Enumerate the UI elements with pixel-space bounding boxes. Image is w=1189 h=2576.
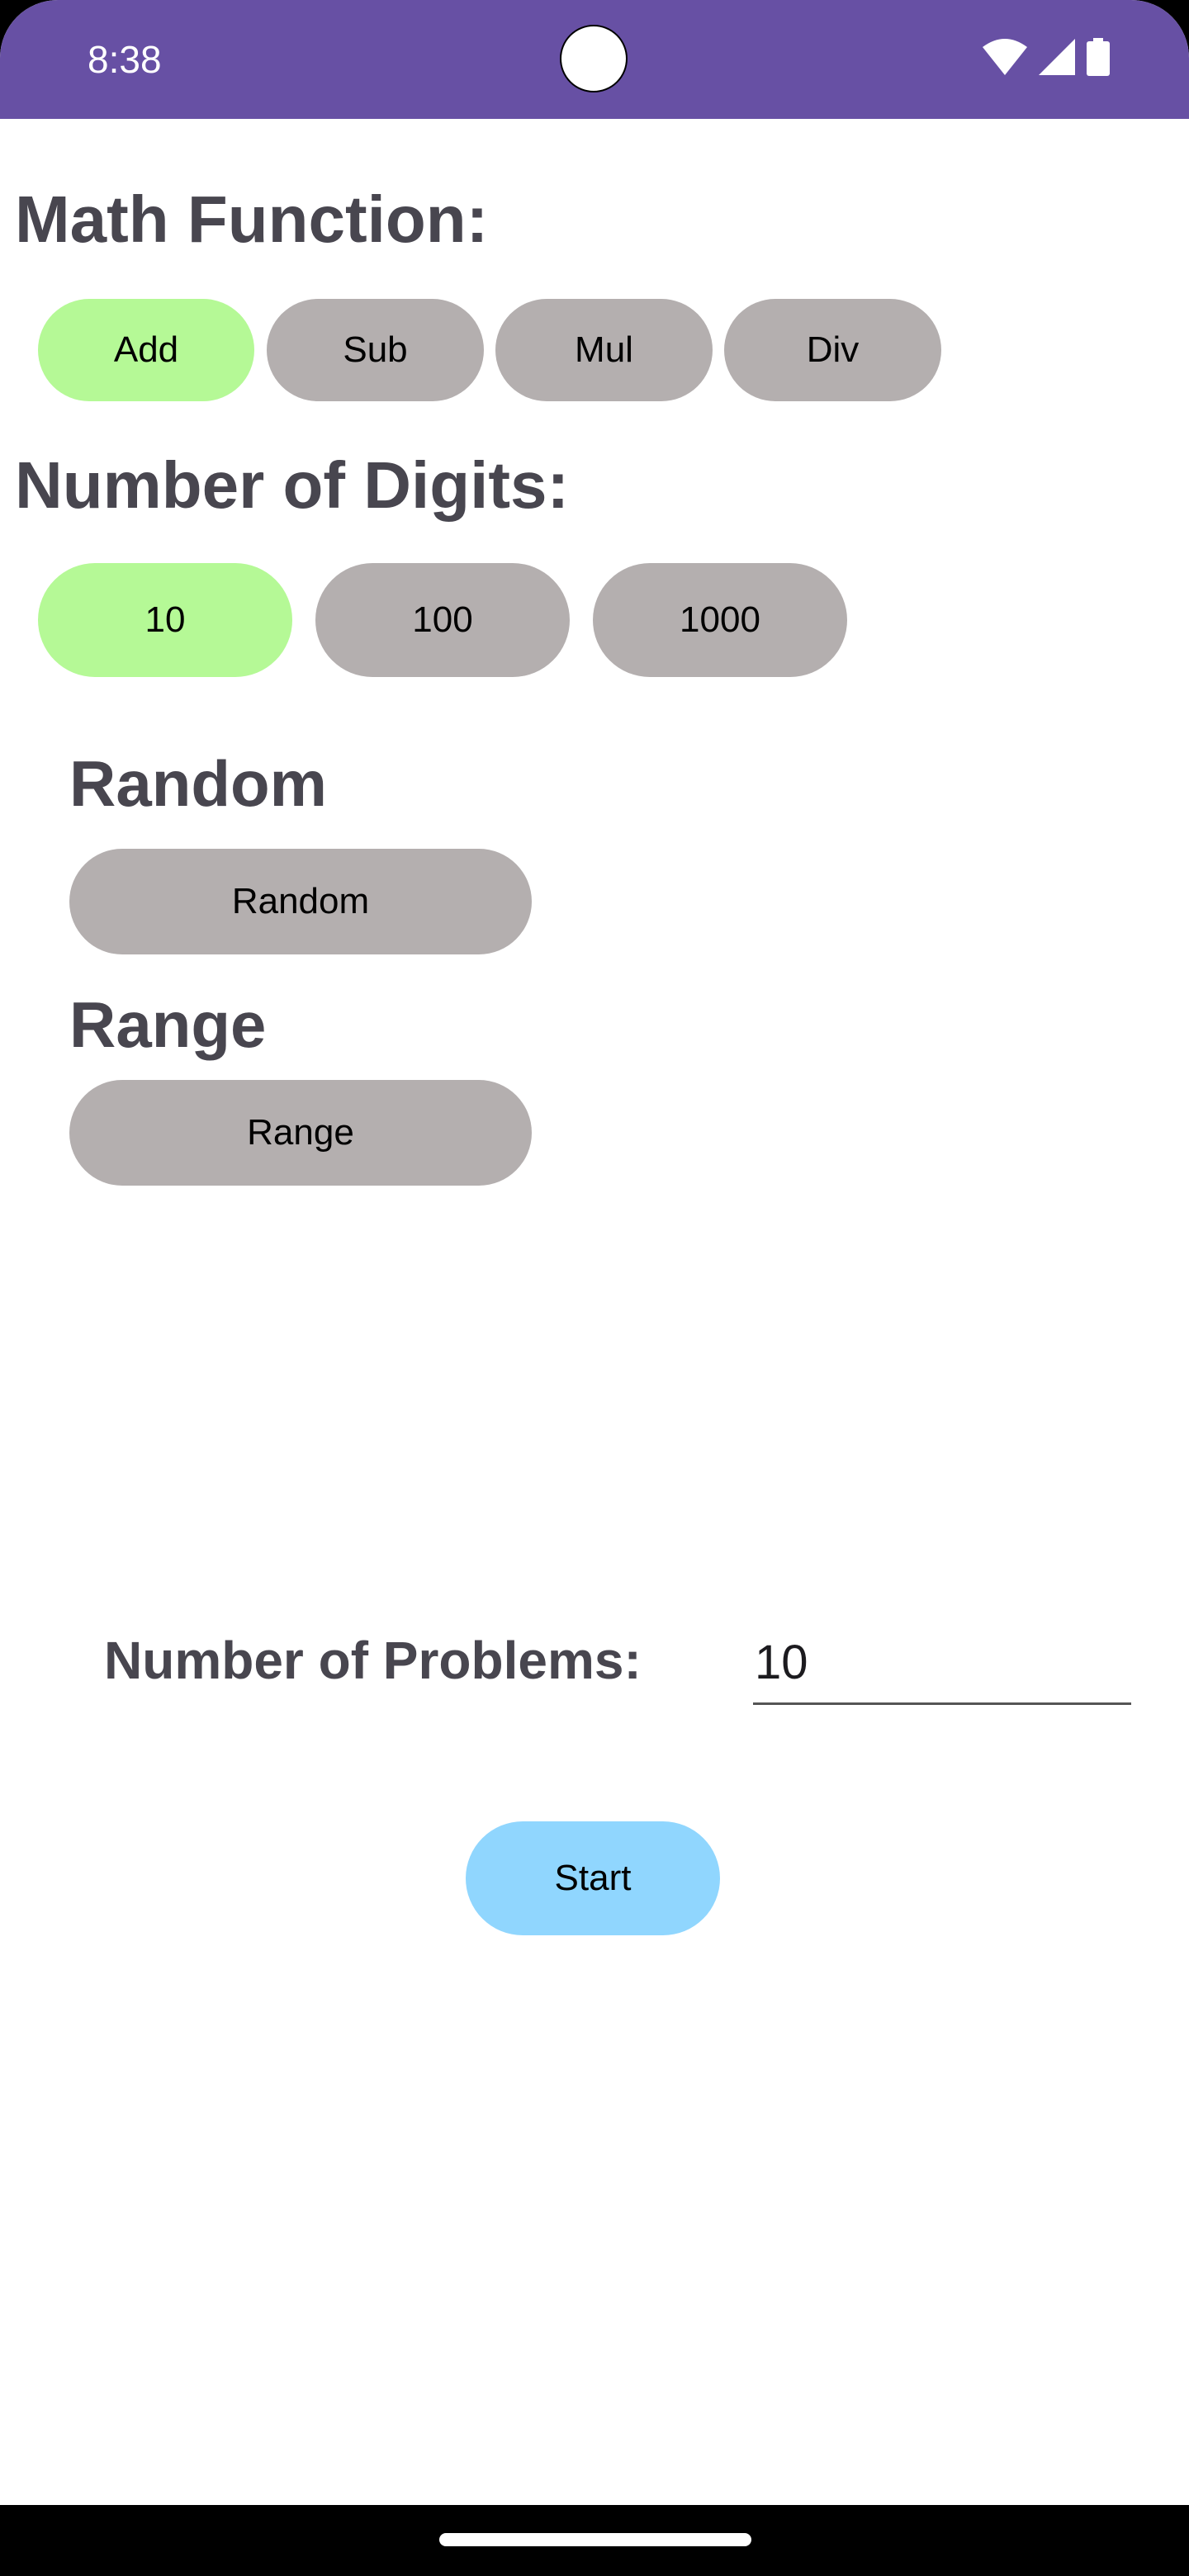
add-button[interactable]: Add	[38, 299, 254, 401]
digits-10-button[interactable]: 10	[38, 563, 292, 677]
battery-icon	[1087, 37, 1110, 80]
status-time: 8:38	[88, 38, 162, 81]
random-title: Random	[69, 747, 327, 820]
sub-button[interactable]: Sub	[267, 299, 484, 401]
status-icons	[983, 36, 1110, 81]
range-button[interactable]: Range	[69, 1080, 532, 1186]
number-of-problems-label: Number of Problems:	[104, 1631, 642, 1690]
range-title: Range	[69, 988, 267, 1061]
digits-1000-button[interactable]: 1000	[593, 563, 847, 677]
digits-100-button[interactable]: 100	[315, 563, 570, 677]
number-of-digits-title: Number of Digits:	[15, 448, 570, 522]
input-underline	[753, 1702, 1131, 1705]
start-button[interactable]: Start	[466, 1821, 720, 1935]
math-function-title: Math Function:	[15, 182, 489, 256]
status-bar: 8:38	[0, 0, 1189, 119]
camera-cutout	[560, 25, 628, 92]
wifi-icon	[983, 38, 1027, 79]
app-screen: 8:38 Math Function: Add Sub Mul Div Numb…	[0, 0, 1189, 2505]
random-button[interactable]: Random	[69, 849, 532, 954]
signal-icon	[1039, 38, 1075, 79]
home-handle[interactable]	[439, 2533, 751, 2546]
div-button[interactable]: Div	[724, 299, 941, 401]
mul-button[interactable]: Mul	[495, 299, 713, 401]
number-of-problems-input[interactable]: 10	[755, 1635, 808, 1690]
